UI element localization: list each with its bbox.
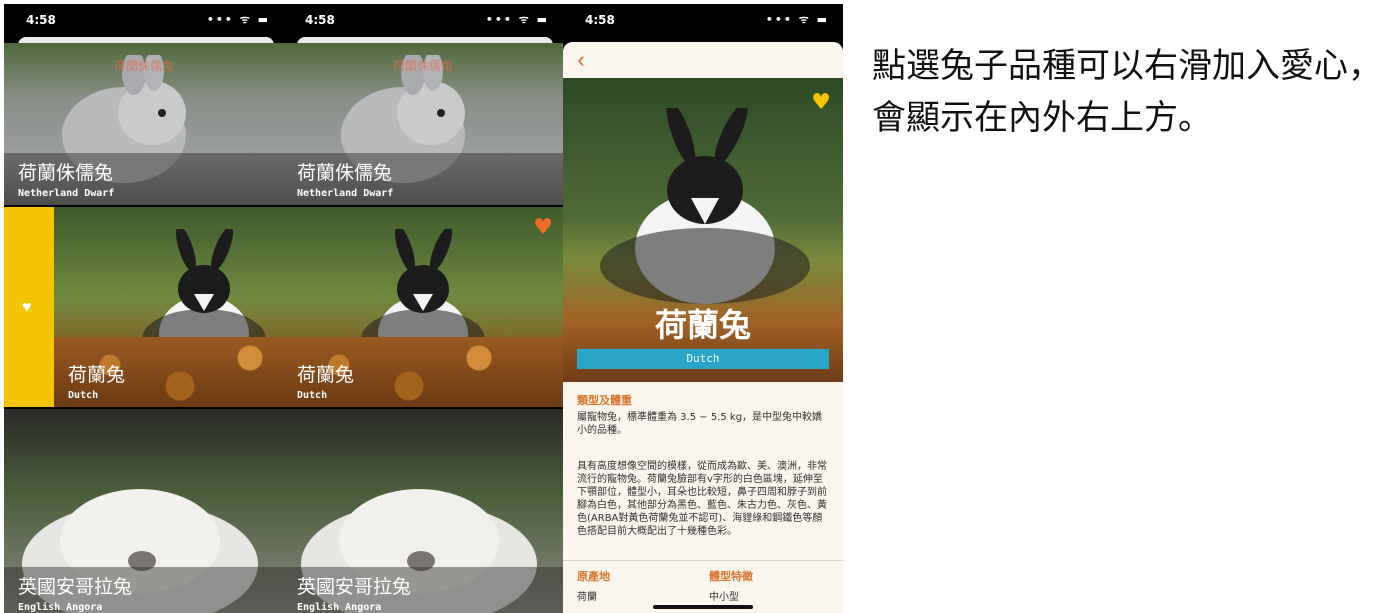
breed-name-zh: 英國安哥拉兔 (18, 576, 133, 598)
breed-cell-english-angora[interactable]: 英國安哥拉兔 English Angora (4, 409, 284, 613)
body-type-section: 體型特徵 中小型 (709, 568, 753, 603)
breed-list[interactable]: 荷蘭侏儒兔 荷蘭侏儒兔 Netherland Dwarf ♥ 荷蘭兔 Dutch… (4, 43, 284, 613)
status-icons: ••• ᯤ ▬ (485, 13, 549, 26)
detail-nav-bar: ‹ (563, 42, 843, 78)
phone-screen-detail: 4:58 ••• ᯤ ▬ ‹ ♥ 荷蘭兔 Dutch 類型及體重 屬寵物兔，標準… (563, 4, 843, 613)
cell-label-bar: 荷蘭兔 Dutch (283, 355, 563, 407)
cell-label-bar: 荷蘭侏儒兔 Netherland Dwarf (4, 153, 284, 205)
overlay-title: 荷蘭侏儒兔 (113, 59, 175, 73)
instruction-caption: 點選兔子品種可以右滑加入愛心，會顯示在內外右上方。 (872, 46, 1382, 138)
breed-subtitle: Dutch (577, 349, 829, 369)
breed-name-en: Dutch (297, 390, 328, 401)
back-button[interactable]: ‹ (569, 48, 593, 72)
favorite-heart-icon: ♥ (533, 215, 553, 240)
overlay-title: 荷蘭侏儒兔 (392, 59, 454, 73)
divider (563, 560, 843, 561)
status-time: 4:58 (305, 13, 335, 27)
breed-name-en: Netherland Dwarf (297, 188, 394, 199)
cell-label-bar: 英國安哥拉兔 English Angora (4, 567, 284, 613)
heart-icon: ♥ (22, 299, 32, 316)
breed-list[interactable]: 荷蘭侏儒兔 荷蘭侏儒兔 Netherland Dwarf ♥ 荷蘭兔 Dutch (283, 43, 563, 613)
origin-heading: 原產地 (577, 570, 610, 583)
cell-content: 荷蘭兔 Dutch (54, 207, 284, 407)
breed-cell-dutch[interactable]: ♥ 荷蘭兔 Dutch (4, 207, 284, 407)
breed-cell-english-angora[interactable]: 英國安哥拉兔 English Angora (283, 409, 563, 613)
cell-label-bar: 荷蘭侏儒兔 Netherland Dwarf (283, 153, 563, 205)
origin-section: 原產地 荷蘭 (577, 568, 610, 603)
breed-name-en: English Angora (297, 602, 382, 613)
status-time: 4:58 (26, 13, 56, 27)
status-icons: ••• ᯤ ▬ (765, 13, 829, 26)
description-section: 具有高度想像空間的模樣，從而成為歐、美、澳洲，非常流行的寵物兔。荷蘭兔臉部有v字… (577, 460, 831, 538)
phone-screen-list-swipe: 4:58 ••• ᯤ ▬ 荷蘭侏儒兔 荷蘭侏儒兔 Netherland Dwar… (4, 4, 284, 613)
breed-name-en: Dutch (68, 390, 99, 401)
breed-name-en: English Angora (18, 602, 103, 613)
dutch-rabbit-photo (600, 108, 810, 304)
origin-value: 荷蘭 (577, 592, 597, 603)
breed-title: 荷蘭兔 (654, 306, 751, 344)
description-text: 具有高度想像空間的模樣，從而成為歐、美、澳洲，非常流行的寵物兔。荷蘭兔臉部有v字… (577, 461, 827, 537)
status-time: 4:58 (585, 13, 615, 27)
type-weight-heading: 類型及體重 (577, 394, 632, 407)
type-weight-text: 屬寵物兔，標準體重為 3.5 − 5.5 kg，是中型兔中較嬌小的品種。 (577, 412, 823, 436)
breed-name-zh: 英國安哥拉兔 (297, 576, 412, 598)
status-bar: 4:58 ••• ᯤ ▬ (4, 4, 284, 38)
body-type-value: 中小型 (709, 592, 739, 603)
type-weight-section: 類型及體重 屬寵物兔，標準體重為 3.5 − 5.5 kg，是中型兔中較嬌小的品… (577, 394, 831, 437)
status-icons: ••• ᯤ ▬ (206, 13, 270, 26)
chevron-left-icon: ‹ (577, 47, 585, 72)
home-indicator (653, 605, 753, 609)
phone-screen-list-favorited: 4:58 ••• ᯤ ▬ 荷蘭侏儒兔 荷蘭侏儒兔 Netherland Dwar… (283, 4, 563, 613)
favorite-swipe-button[interactable]: ♥ (4, 207, 54, 407)
detail-card: ‹ ♥ 荷蘭兔 Dutch 類型及體重 屬寵物兔，標準體重為 3.5 − 5.5… (563, 42, 843, 613)
status-bar: 4:58 ••• ᯤ ▬ (283, 4, 563, 38)
cell-label-bar: 英國安哥拉兔 English Angora (283, 567, 563, 613)
cell-label-bar: 荷蘭兔 Dutch (54, 355, 284, 407)
breed-name-zh: 荷蘭侏儒兔 (18, 162, 114, 184)
status-bar: 4:58 ••• ᯤ ▬ (563, 4, 843, 38)
breed-name-zh: 荷蘭兔 (297, 364, 355, 386)
body-type-heading: 體型特徵 (709, 570, 753, 583)
hero-image: ♥ 荷蘭兔 Dutch (563, 78, 843, 382)
breed-cell-netherland-dwarf[interactable]: 荷蘭侏儒兔 荷蘭侏儒兔 Netherland Dwarf (283, 43, 563, 205)
breed-name-en: Netherland Dwarf (18, 188, 115, 199)
favorite-heart-icon: ♥ (811, 90, 831, 115)
breed-cell-dutch[interactable]: ♥ 荷蘭兔 Dutch (283, 207, 563, 407)
breed-cell-netherland-dwarf[interactable]: 荷蘭侏儒兔 荷蘭侏儒兔 Netherland Dwarf (4, 43, 284, 205)
breed-name-zh: 荷蘭侏儒兔 (297, 162, 393, 184)
breed-name-zh: 荷蘭兔 (68, 364, 126, 386)
